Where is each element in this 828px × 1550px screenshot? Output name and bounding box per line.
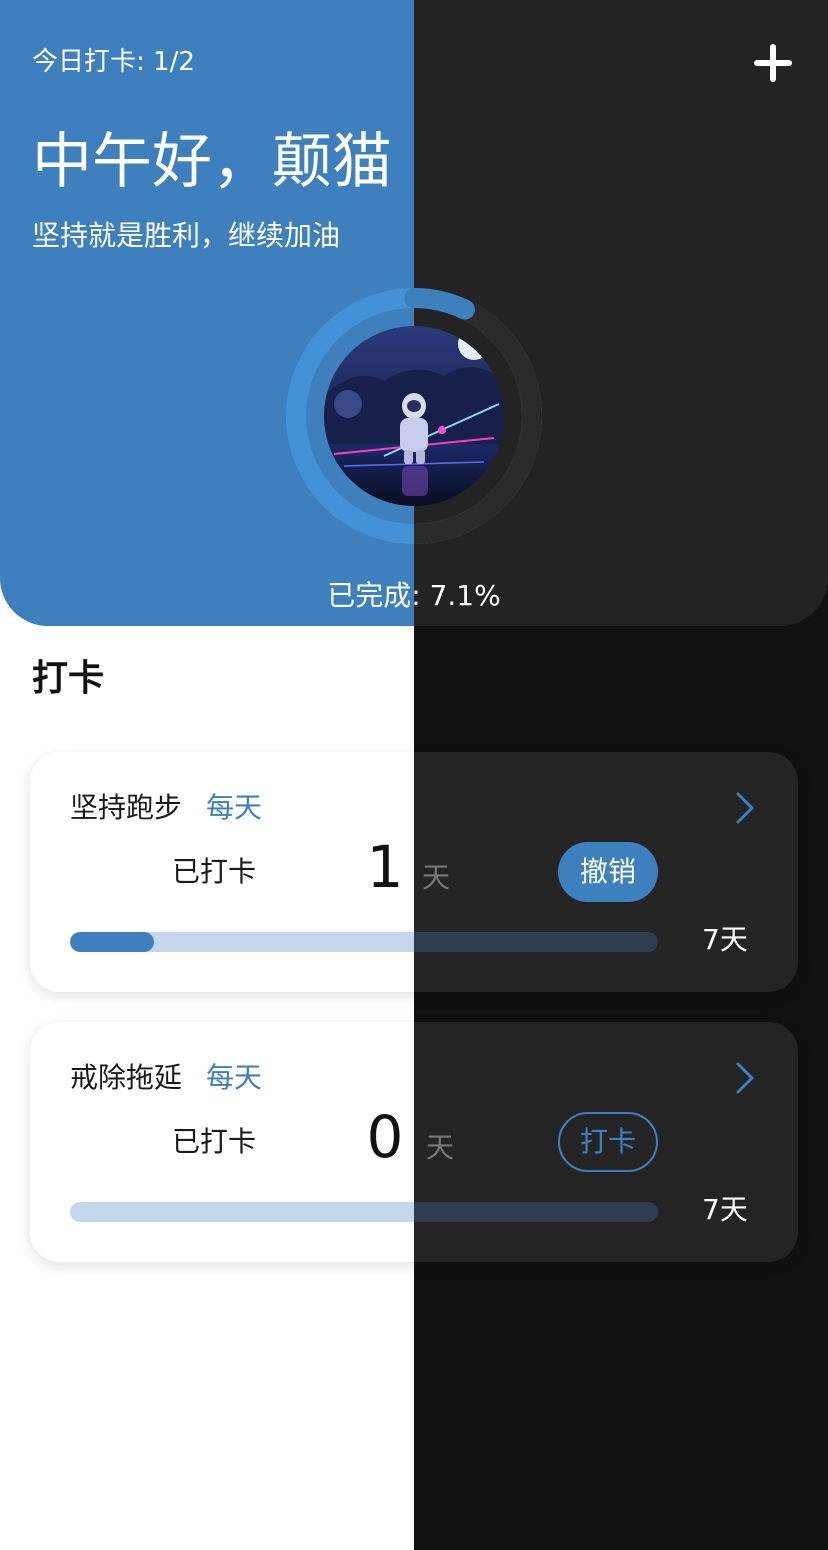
habit-goal-days: 7天 bbox=[702, 1193, 748, 1226]
add-habit-button[interactable] bbox=[750, 40, 796, 86]
checked-in-days-count: 0 bbox=[366, 1103, 404, 1171]
habit-title: 坚持跑步 bbox=[70, 791, 183, 824]
habit-card-running[interactable]: 坚持跑步 每天 已打卡 1 天 撤销 7天 bbox=[30, 752, 798, 992]
checked-in-label: 已打卡 bbox=[172, 855, 257, 888]
habit-frequency: 每天 bbox=[206, 791, 263, 824]
plus-icon bbox=[754, 44, 792, 82]
section-title-checkin: 打卡 bbox=[32, 658, 105, 699]
astronaut-avatar-image bbox=[324, 326, 504, 506]
chevron-right-icon bbox=[736, 1062, 754, 1094]
habit-frequency: 每天 bbox=[206, 1061, 263, 1094]
habit-progress-bar bbox=[70, 932, 658, 952]
today-checkin-count: 今日打卡: 1/2 bbox=[32, 47, 195, 77]
days-unit: 天 bbox=[426, 1131, 455, 1164]
checked-in-label: 已打卡 bbox=[172, 1125, 257, 1158]
habit-goal-days: 7天 bbox=[702, 923, 748, 956]
habit-progress-bar bbox=[70, 1202, 658, 1222]
checkin-button[interactable]: 打卡 bbox=[558, 1112, 658, 1172]
habit-title: 戒除拖延 bbox=[70, 1061, 183, 1094]
greeting-title: 中午好，颠猫 bbox=[32, 127, 392, 197]
days-unit: 天 bbox=[422, 861, 451, 894]
header-panel: 今日打卡: 1/2 中午好，颠猫 坚持就是胜利，继续加油 已完成: 7.1% bbox=[0, 0, 828, 626]
habit-detail-button[interactable] bbox=[730, 1058, 758, 1098]
greeting-subtitle: 坚持就是胜利，继续加油 bbox=[32, 219, 341, 252]
habit-detail-button[interactable] bbox=[730, 788, 758, 828]
completed-percentage: 已完成: 7.1% bbox=[327, 579, 501, 612]
habit-progress-fill bbox=[70, 932, 154, 952]
avatar[interactable] bbox=[324, 326, 504, 506]
chevron-right-icon bbox=[736, 792, 754, 824]
undo-checkin-button[interactable]: 撤销 bbox=[558, 842, 658, 902]
habit-card-procrastination[interactable]: 戒除拖延 每天 已打卡 0 天 打卡 7天 bbox=[30, 1022, 798, 1262]
